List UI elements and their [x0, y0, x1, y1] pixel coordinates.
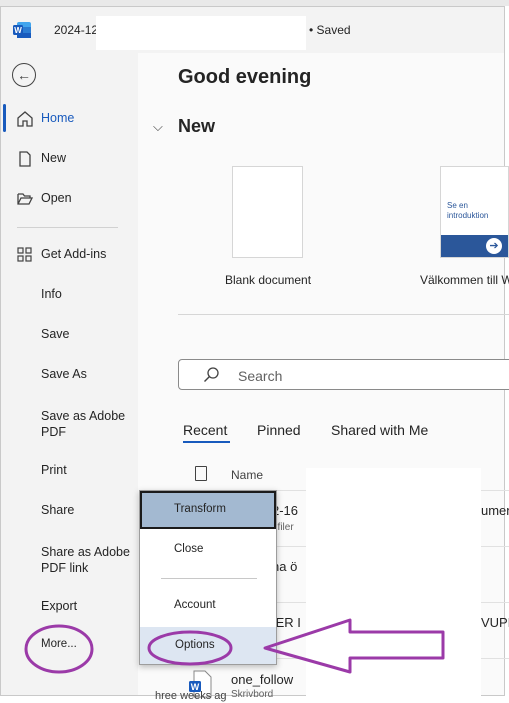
menu-divider: [161, 578, 257, 579]
menu-item-label: Transform: [174, 503, 226, 515]
sidebar-item-home[interactable]: Home: [0, 103, 136, 135]
sidebar-item-label: Open: [41, 191, 72, 205]
sidebar-item-more[interactable]: More...: [0, 630, 136, 662]
sidebar-item-label: Save as Adobe PDF: [41, 409, 126, 439]
tab-recent[interactable]: Recent: [183, 422, 227, 438]
sidebar-divider: [17, 227, 118, 228]
sidebar-item-export[interactable]: Export: [0, 591, 136, 623]
file-modified-fragment: hree weeks ag: [155, 690, 227, 702]
sidebar-item-label: Save As: [41, 367, 87, 381]
tab-pinned[interactable]: Pinned: [257, 422, 301, 438]
arrow-right-icon: ➔: [486, 238, 502, 254]
add-ins-grid-icon: [17, 247, 32, 262]
sidebar-item-save-as-adobe-pdf[interactable]: Save as Adobe PDF: [0, 407, 136, 443]
sidebar-item-share-as-adobe-pdf-link[interactable]: Share as Adobe PDF link: [0, 543, 136, 579]
sidebar-item-save[interactable]: Save: [0, 319, 136, 351]
menu-item-close[interactable]: Close: [174, 543, 274, 561]
section-divider: [178, 314, 509, 315]
new-section-heading: New: [178, 116, 216, 136]
document-title: 2024-12: [54, 23, 99, 37]
new-document-icon: [19, 151, 31, 167]
file-name-right: VUPF: [481, 615, 509, 630]
sidebar-item-label: Print: [41, 463, 67, 477]
template-thumb-text: Se en introduktion: [447, 201, 489, 220]
tab-underline: [183, 441, 230, 443]
chevron-down-icon[interactable]: ⌵: [153, 119, 163, 135]
redacted-title-area: [96, 16, 306, 50]
sidebar-item-label: More...: [41, 638, 77, 650]
saved-status: • Saved: [309, 23, 351, 37]
sidebar-item-save-as[interactable]: Save As: [0, 359, 136, 391]
word-logo-icon: W: [13, 22, 31, 38]
template-label: Blank document: [225, 273, 312, 287]
redacted-area: [306, 468, 481, 703]
file-name[interactable]: one_follow: [231, 672, 293, 687]
sidebar-item-open[interactable]: Open: [0, 183, 136, 215]
sidebar-item-get-add-ins[interactable]: Get Add-ins: [0, 239, 136, 271]
sidebar-item-label: Get Add-ins: [41, 247, 107, 261]
column-header-name[interactable]: Name: [231, 468, 263, 482]
back-button[interactable]: ←: [12, 63, 36, 87]
sidebar-item-new[interactable]: New: [0, 143, 136, 175]
home-icon: [17, 111, 33, 127]
sidebar-item-label: New: [41, 151, 67, 165]
template-label: Välkommen till W: [420, 273, 509, 287]
sidebar-item-label: Share as Adobe PDF link: [41, 545, 130, 575]
search-placeholder: Search: [238, 368, 283, 384]
blank-document-template[interactable]: [232, 166, 303, 258]
sidebar-item-label: Home: [41, 111, 75, 125]
file-type-icon: [195, 466, 207, 481]
menu-item-label: Options: [175, 639, 215, 651]
greeting-heading: Good evening: [178, 66, 312, 88]
sidebar-item-label: Export: [41, 599, 78, 613]
welcome-template[interactable]: Se en introduktion ➔: [440, 166, 509, 258]
sidebar-item-share[interactable]: Share: [0, 495, 136, 527]
file-name-right: umen: [481, 503, 509, 518]
file-location: Skrivbord: [231, 689, 274, 700]
back-arrow-icon: ←: [17, 67, 31, 83]
svg-text:W: W: [14, 26, 22, 35]
folder-open-icon: [17, 193, 34, 205]
menu-item-account[interactable]: Account: [174, 599, 274, 617]
sidebar-item-label: Info: [41, 287, 62, 301]
tab-shared-with-me[interactable]: Shared with Me: [331, 422, 428, 438]
sidebar-item-info[interactable]: Info: [0, 279, 136, 311]
sidebar-item-label: Save: [41, 327, 70, 341]
search-input[interactable]: [178, 359, 509, 390]
sidebar-item-label: Share: [41, 503, 75, 517]
sidebar-item-print[interactable]: Print: [0, 455, 136, 487]
search-icon: [204, 367, 219, 382]
